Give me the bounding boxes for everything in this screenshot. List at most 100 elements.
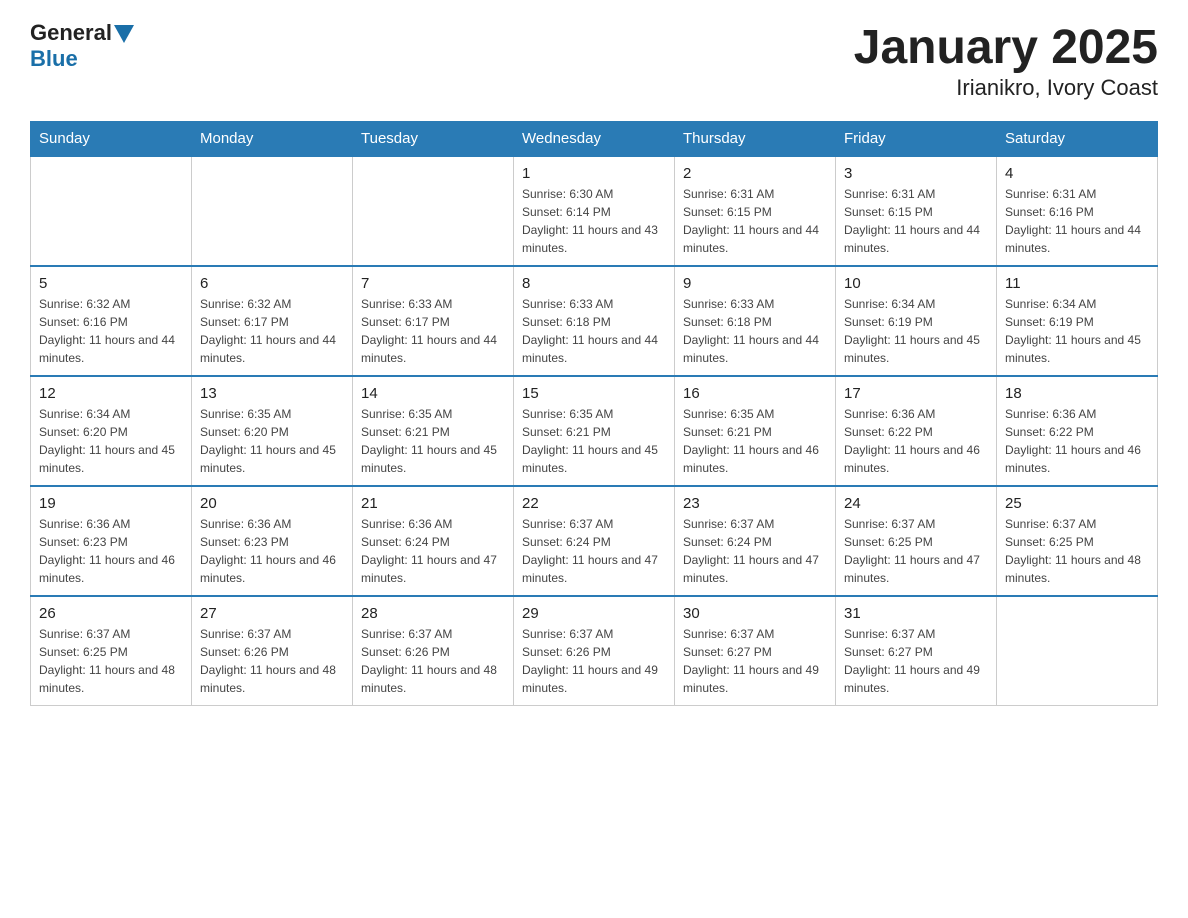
logo-general-text: General [30,20,112,46]
calendar-day-18: 18 Sunrise: 6:36 AM Sunset: 6:22 PM Dayli… [997,376,1158,486]
day-number: 21 [361,495,505,512]
calendar-header-tuesday: Tuesday [353,122,514,157]
calendar-day-12: 12 Sunrise: 6:34 AM Sunset: 6:20 PM Dayli… [31,376,192,486]
day-info: Sunrise: 6:31 AM Sunset: 6:16 PM Dayligh… [1005,185,1149,257]
day-info: Sunrise: 6:30 AM Sunset: 6:14 PM Dayligh… [522,185,666,257]
day-info: Sunrise: 6:35 AM Sunset: 6:20 PM Dayligh… [200,405,344,477]
day-info: Sunrise: 6:33 AM Sunset: 6:17 PM Dayligh… [361,295,505,367]
day-info: Sunrise: 6:37 AM Sunset: 6:26 PM Dayligh… [200,625,344,697]
logo: General Blue [30,20,134,72]
day-info: Sunrise: 6:33 AM Sunset: 6:18 PM Dayligh… [522,295,666,367]
calendar-day-empty-0 [31,156,192,266]
calendar-day-11: 11Sunrise: 6:34 AM Sunset: 6:19 PM Dayli… [997,266,1158,376]
page-subtitle: Irianikro, Ivory Coast [854,75,1158,101]
calendar-day-28: 28Sunrise: 6:37 AM Sunset: 6:26 PM Dayli… [353,596,514,706]
day-number: 10 [844,275,988,292]
day-number: 12 [39,385,183,402]
calendar-day-empty-6 [997,596,1158,706]
day-info: Sunrise: 6:37 AM Sunset: 6:25 PM Dayligh… [1005,515,1149,587]
calendar-day-22: 22 Sunrise: 6:37 AM Sunset: 6:24 PM Dayli… [514,486,675,596]
calendar-week-1: 1Sunrise: 6:30 AM Sunset: 6:14 PM Daylig… [31,156,1158,266]
calendar-day-30: 30 Sunrise: 6:37 AM Sunset: 6:27 PM Dayli… [675,596,836,706]
calendar-day-8: 8 Sunrise: 6:33 AM Sunset: 6:18 PM Daylig… [514,266,675,376]
day-number: 25 [1005,495,1149,512]
calendar-day-empty-1 [192,156,353,266]
calendar-day-14: 14 Sunrise: 6:35 AM Sunset: 6:21 PM Dayli… [353,376,514,486]
calendar-week-5: 26 Sunrise: 6:37 AM Sunset: 6:25 PM Dayli… [31,596,1158,706]
day-info: Sunrise: 6:36 AM Sunset: 6:23 PM Dayligh… [39,515,183,587]
calendar-header-row: SundayMondayTuesdayWednesdayThursdayFrid… [31,122,1158,157]
day-number: 5 [39,275,183,292]
day-number: 18 [1005,385,1149,402]
day-info: Sunrise: 6:37 AM Sunset: 6:25 PM Dayligh… [39,625,183,697]
calendar-day-21: 21 Sunrise: 6:36 AM Sunset: 6:24 PM Dayli… [353,486,514,596]
page-title: January 2025 [854,20,1158,75]
day-number: 22 [522,495,666,512]
day-number: 17 [844,385,988,402]
calendar-day-26: 26 Sunrise: 6:37 AM Sunset: 6:25 PM Dayli… [31,596,192,706]
calendar-day-6: 6 Sunrise: 6:32 AM Sunset: 6:17 PM Daylig… [192,266,353,376]
day-info: Sunrise: 6:35 AM Sunset: 6:21 PM Dayligh… [522,405,666,477]
calendar-day-31: 31Sunrise: 6:37 AM Sunset: 6:27 PM Dayli… [836,596,997,706]
day-number: 29 [522,605,666,622]
day-info: Sunrise: 6:35 AM Sunset: 6:21 PM Dayligh… [361,405,505,477]
day-info: Sunrise: 6:36 AM Sunset: 6:24 PM Dayligh… [361,515,505,587]
calendar-day-13: 13Sunrise: 6:35 AM Sunset: 6:20 PM Dayli… [192,376,353,486]
calendar-day-24: 24 Sunrise: 6:37 AM Sunset: 6:25 PM Dayli… [836,486,997,596]
calendar-day-25: 25 Sunrise: 6:37 AM Sunset: 6:25 PM Dayli… [997,486,1158,596]
calendar-day-19: 19 Sunrise: 6:36 AM Sunset: 6:23 PM Dayli… [31,486,192,596]
day-number: 23 [683,495,827,512]
calendar-header-friday: Friday [836,122,997,157]
calendar-day-9: 9 Sunrise: 6:33 AM Sunset: 6:18 PM Daylig… [675,266,836,376]
calendar-day-7: 7Sunrise: 6:33 AM Sunset: 6:17 PM Daylig… [353,266,514,376]
calendar-header-sunday: Sunday [31,122,192,157]
calendar-day-3: 3 Sunrise: 6:31 AM Sunset: 6:15 PM Daylig… [836,156,997,266]
calendar-day-29: 29Sunrise: 6:37 AM Sunset: 6:26 PM Dayli… [514,596,675,706]
day-info: Sunrise: 6:35 AM Sunset: 6:21 PM Dayligh… [683,405,827,477]
calendar-table: SundayMondayTuesdayWednesdayThursdayFrid… [30,121,1158,706]
calendar-day-1: 1Sunrise: 6:30 AM Sunset: 6:14 PM Daylig… [514,156,675,266]
day-number: 2 [683,165,827,182]
day-number: 14 [361,385,505,402]
calendar-week-3: 12 Sunrise: 6:34 AM Sunset: 6:20 PM Dayli… [31,376,1158,486]
day-number: 24 [844,495,988,512]
day-info: Sunrise: 6:37 AM Sunset: 6:24 PM Dayligh… [522,515,666,587]
day-info: Sunrise: 6:37 AM Sunset: 6:27 PM Dayligh… [844,625,988,697]
day-number: 28 [361,605,505,622]
calendar-header-monday: Monday [192,122,353,157]
calendar-header-wednesday: Wednesday [514,122,675,157]
calendar-header-thursday: Thursday [675,122,836,157]
day-number: 30 [683,605,827,622]
day-info: Sunrise: 6:36 AM Sunset: 6:23 PM Dayligh… [200,515,344,587]
day-number: 19 [39,495,183,512]
calendar-header-saturday: Saturday [997,122,1158,157]
title-block: January 2025 Irianikro, Ivory Coast [854,20,1158,101]
day-number: 6 [200,275,344,292]
calendar-day-5: 5Sunrise: 6:32 AM Sunset: 6:16 PM Daylig… [31,266,192,376]
calendar-day-16: 16 Sunrise: 6:35 AM Sunset: 6:21 PM Dayli… [675,376,836,486]
logo-triangle-icon [114,25,134,43]
day-number: 15 [522,385,666,402]
day-info: Sunrise: 6:33 AM Sunset: 6:18 PM Dayligh… [683,295,827,367]
day-info: Sunrise: 6:31 AM Sunset: 6:15 PM Dayligh… [844,185,988,257]
day-number: 26 [39,605,183,622]
day-info: Sunrise: 6:32 AM Sunset: 6:17 PM Dayligh… [200,295,344,367]
calendar-day-15: 15 Sunrise: 6:35 AM Sunset: 6:21 PM Dayli… [514,376,675,486]
day-number: 8 [522,275,666,292]
calendar-week-2: 5Sunrise: 6:32 AM Sunset: 6:16 PM Daylig… [31,266,1158,376]
calendar-week-4: 19 Sunrise: 6:36 AM Sunset: 6:23 PM Dayli… [31,486,1158,596]
day-number: 20 [200,495,344,512]
day-number: 3 [844,165,988,182]
calendar-day-empty-2 [353,156,514,266]
day-number: 16 [683,385,827,402]
day-info: Sunrise: 6:34 AM Sunset: 6:20 PM Dayligh… [39,405,183,477]
calendar-day-4: 4Sunrise: 6:31 AM Sunset: 6:16 PM Daylig… [997,156,1158,266]
day-number: 9 [683,275,827,292]
calendar-day-23: 23Sunrise: 6:37 AM Sunset: 6:24 PM Dayli… [675,486,836,596]
day-info: Sunrise: 6:34 AM Sunset: 6:19 PM Dayligh… [1005,295,1149,367]
calendar-day-10: 10Sunrise: 6:34 AM Sunset: 6:19 PM Dayli… [836,266,997,376]
calendar-day-20: 20 Sunrise: 6:36 AM Sunset: 6:23 PM Dayli… [192,486,353,596]
day-info: Sunrise: 6:37 AM Sunset: 6:25 PM Dayligh… [844,515,988,587]
day-info: Sunrise: 6:37 AM Sunset: 6:27 PM Dayligh… [683,625,827,697]
day-info: Sunrise: 6:36 AM Sunset: 6:22 PM Dayligh… [1005,405,1149,477]
